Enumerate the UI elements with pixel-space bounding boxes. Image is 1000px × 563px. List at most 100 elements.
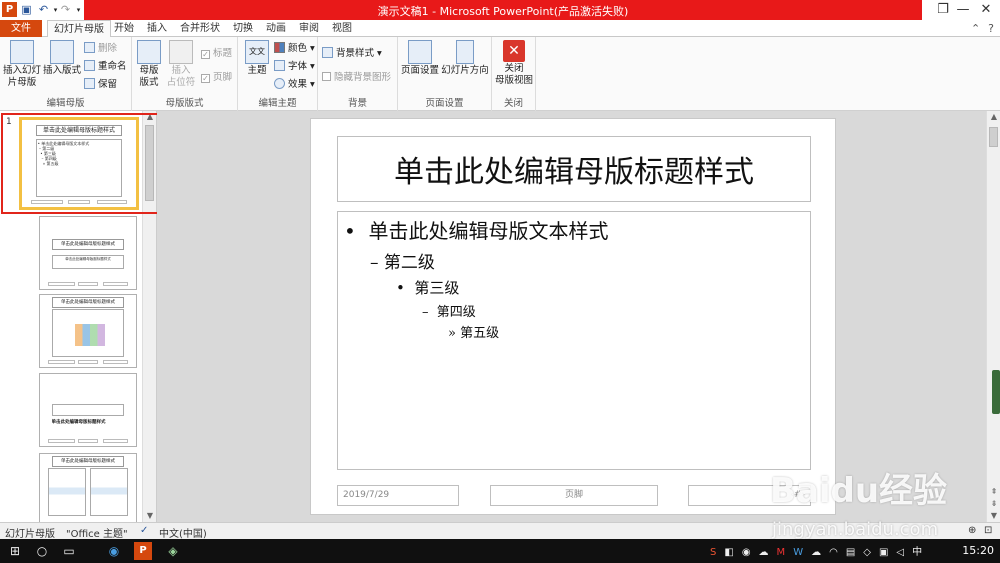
insert-placeholder-button[interactable]: 插入 占位符 xyxy=(164,40,198,89)
background-styles-button[interactable]: 背景样式 ▾ xyxy=(322,47,382,61)
theme-button[interactable]: 文文 主题 xyxy=(242,40,272,77)
title-checkbox[interactable]: ✓ 标题 xyxy=(201,47,232,61)
title-bar: P ▣ ↶ ▾ ↷ ▾ 演示文稿1 - Microsoft PowerPoint… xyxy=(0,0,1000,20)
colors-icon xyxy=(274,42,285,53)
preserve-label: 保留 xyxy=(98,79,118,90)
body-placeholder[interactable]: • 单击此处编辑母版文本样式 – 第二级 • 第三级 – 第四级 » 第五级 xyxy=(337,211,811,470)
hide-background-checkbox[interactable]: 隐藏背景图形 xyxy=(322,71,391,85)
effects-button[interactable]: 效果 ▾ xyxy=(274,78,315,92)
status-view: 幻灯片母版 xyxy=(5,529,55,540)
slide-orientation-icon xyxy=(456,40,474,64)
group-label-page-setup: 页面设置 xyxy=(425,98,464,109)
rename-button[interactable]: 重命名 xyxy=(84,60,127,74)
app-taskbar-icon[interactable]: ◈ xyxy=(164,542,182,560)
wifi-icon[interactable]: ◠ xyxy=(829,547,846,558)
search-icon[interactable]: ○ xyxy=(33,542,51,560)
tab-transitions[interactable]: 切换 xyxy=(227,20,259,37)
slide-orientation-button[interactable]: 幻灯片方向 xyxy=(440,40,490,77)
taskbar-clock[interactable]: 15:20 xyxy=(962,544,994,557)
rename-label: 重命名 xyxy=(98,61,127,72)
input-method-icon[interactable]: 中 xyxy=(912,547,930,558)
start-icon[interactable]: ⊞ xyxy=(6,542,24,560)
tray-icon[interactable]: M xyxy=(777,547,794,558)
fonts-button[interactable]: 字体 ▾ xyxy=(274,60,315,74)
insert-placeholder-label-1: 插入 xyxy=(171,65,191,76)
editor-scroll-down-icon[interactable]: ▼ xyxy=(987,510,1000,522)
close-button[interactable]: ✕ xyxy=(973,0,999,20)
background-styles-label: 背景样式 xyxy=(336,48,375,59)
close-master-view-button[interactable]: ✕ 关闭 母版视图 xyxy=(494,40,534,87)
editor-scroll-thumb[interactable] xyxy=(989,127,998,147)
theme-label: 主题 xyxy=(247,65,267,76)
tab-file[interactable]: 文件 xyxy=(0,20,42,37)
thumbnail-layout-two-content[interactable]: 单击此处编辑母版标题样式 xyxy=(39,453,137,527)
editor-scrollbar[interactable]: ▲ ⇞ ⇟ ▼ xyxy=(986,111,1000,522)
page-number-placeholder[interactable]: ‹#› xyxy=(688,485,811,506)
title-placeholder[interactable]: 单击此处编辑母版标题样式 xyxy=(337,136,811,202)
colors-button[interactable]: 颜色 ▾ xyxy=(274,42,315,56)
fit-slide-icon[interactable]: ⊡ xyxy=(984,525,992,536)
insert-layout-button[interactable]: 插入版式 xyxy=(42,40,82,77)
tab-merge-shapes[interactable]: 合并形状 xyxy=(174,20,226,37)
tray-icon[interactable]: ◉ xyxy=(742,547,759,558)
delete-button[interactable]: 删除 xyxy=(84,42,117,56)
tab-slide-master[interactable]: 幻灯片母版 xyxy=(47,20,111,38)
tray-icon[interactable]: ◧ xyxy=(724,547,741,558)
preserve-icon xyxy=(84,78,95,89)
browser-icon[interactable]: ◉ xyxy=(105,542,123,560)
task-view-icon[interactable]: ▭ xyxy=(60,542,78,560)
tray-icon[interactable]: ☁ xyxy=(759,547,777,558)
bullet-level-5: » xyxy=(448,326,456,341)
scroll-down-icon[interactable]: ▼ xyxy=(143,510,157,522)
tab-insert[interactable]: 插入 xyxy=(141,20,173,37)
tray-icon[interactable]: ◇ xyxy=(863,547,879,558)
minimize-ribbon-icon[interactable]: ⌃ xyxy=(971,22,980,35)
thumbnail-layout-content[interactable]: 单击此处编辑母版标题样式 xyxy=(39,294,137,368)
tab-animations[interactable]: 动画 xyxy=(260,20,292,37)
status-language[interactable]: 中文(中国) xyxy=(159,525,207,540)
prev-slide-icon[interactable]: ⇞ xyxy=(987,486,1000,498)
footer-checkbox[interactable]: ✓ 页脚 xyxy=(201,71,232,85)
input-method-icon[interactable]: S xyxy=(710,547,724,558)
volume-icon[interactable]: ◁ xyxy=(896,547,912,558)
editor-scroll-up-icon[interactable]: ▲ xyxy=(987,111,1000,123)
powerpoint-taskbar-icon[interactable]: P xyxy=(134,542,152,560)
insert-slide-master-button[interactable]: 插入幻灯 片母版 xyxy=(2,40,42,89)
help-icon[interactable]: ? xyxy=(988,22,994,35)
thumbnail-footer xyxy=(47,439,75,443)
spell-check-icon[interactable]: ✓ xyxy=(140,525,148,536)
tray-icon[interactable]: ☁ xyxy=(811,547,829,558)
text-level-5-label: 第五级 xyxy=(460,326,500,341)
text-level-4: – 第四级 xyxy=(422,301,476,320)
thumbnail-footer xyxy=(47,360,75,364)
zoom-in-icon[interactable]: ⊕ xyxy=(968,525,976,536)
fonts-icon xyxy=(274,60,285,71)
thumbnail-title: 单击此处编辑母版标题样式 xyxy=(51,456,125,467)
thumbnail-layout-section[interactable]: 单击此处编辑母版标题样式 xyxy=(39,373,137,447)
theme-icon: 文文 xyxy=(245,40,269,64)
security-icon[interactable]: ▣ xyxy=(879,547,896,558)
master-layout-icon xyxy=(137,40,161,64)
text-level-1-label: 单击此处编辑母版文本样式 xyxy=(368,219,609,243)
tray-icon[interactable]: ▤ xyxy=(846,547,863,558)
side-widget[interactable] xyxy=(992,370,1000,414)
next-slide-icon[interactable]: ⇟ xyxy=(987,498,1000,510)
page-setup-button[interactable]: 页面设置 xyxy=(400,40,440,77)
text-level-2: – 第二级 xyxy=(370,248,435,273)
powerpoint-app-icon[interactable]: P xyxy=(2,2,17,17)
page-setup-label: 页面设置 xyxy=(400,65,439,76)
tab-review[interactable]: 审阅 xyxy=(293,20,325,37)
preserve-button[interactable]: 保留 xyxy=(84,78,117,92)
slide-master-canvas[interactable]: 单击此处编辑母版标题样式 • 单击此处编辑母版文本样式 – 第二级 • 第三级 … xyxy=(310,118,836,515)
group-label-background: 背景 xyxy=(347,98,367,109)
footer-placeholder[interactable]: 页脚 xyxy=(490,485,658,506)
save-icon[interactable]: ▣ xyxy=(19,2,34,17)
master-layout-button[interactable]: 母版 版式 xyxy=(134,40,164,89)
text-level-3: • 第三级 xyxy=(396,277,459,298)
tab-home[interactable]: 开始 xyxy=(108,20,140,37)
thumbnail-layout-title[interactable]: 单击此处编辑母版标题样式 单击此处编辑母版副标题样式 xyxy=(39,216,137,290)
tray-icon[interactable]: W xyxy=(793,547,811,558)
ribbon-tabs: 文件 幻灯片母版 开始 插入 合并形状 切换 动画 审阅 视图 ⌃? xyxy=(0,20,1000,38)
tab-view[interactable]: 视图 xyxy=(326,20,358,37)
date-placeholder[interactable]: 2019/7/29 xyxy=(337,485,459,506)
